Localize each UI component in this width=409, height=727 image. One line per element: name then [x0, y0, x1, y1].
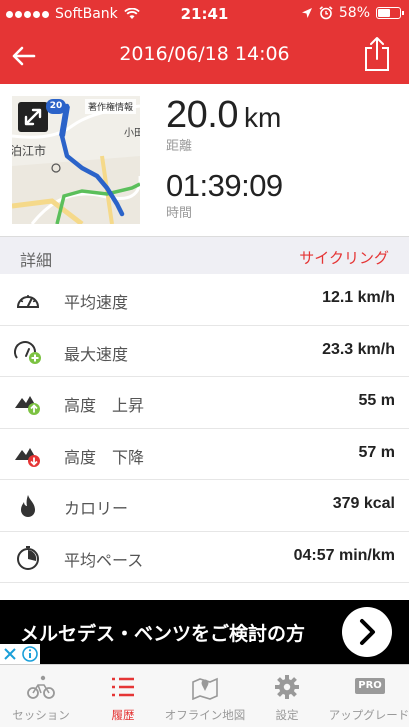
map-copyright-link[interactable]: 著作権情報	[84, 99, 136, 114]
ad-info-icon[interactable]	[20, 644, 40, 664]
ad-banner[interactable]: メルセデス・ベンツをご検討の方	[0, 600, 409, 664]
header: SoftBank 21:41 58% 2016/06/18 14:06	[0, 0, 409, 84]
row-value: 55 m	[358, 392, 395, 409]
details-title: 詳細	[20, 251, 53, 270]
tab-label: アップグレード	[328, 708, 409, 722]
map-partial-label: 小田	[124, 128, 140, 139]
details-list: 平均速度 12.1 km/h 最大速度 23.3 km/h 高度 上昇 55 m	[0, 274, 409, 583]
cyclist-icon	[27, 675, 55, 699]
detail-row-elevation-down: 高度 下降 57 m	[0, 428, 409, 480]
map-place-label: 泊江市	[12, 144, 47, 158]
distance-unit: km	[243, 102, 282, 133]
row-value: 23.3 km/h	[322, 340, 395, 358]
tab-history[interactable]: 履歴	[82, 665, 164, 727]
tab-label: セッション	[12, 708, 70, 722]
detail-row-max-speed: 最大速度 23.3 km/h	[0, 325, 409, 377]
tab-label: 履歴	[111, 708, 135, 722]
location-arrow-icon	[301, 8, 312, 18]
time-stat: 01:39:09 時間	[166, 168, 283, 221]
alarm-icon	[319, 6, 333, 20]
expand-map-icon[interactable]	[18, 102, 48, 132]
tab-bar: セッション 履歴 オフライン地図 設定 PRO アップグレード	[0, 664, 409, 727]
map-icon	[192, 677, 218, 700]
battery-icon	[376, 7, 404, 19]
battery-percent: 58%	[338, 5, 370, 21]
detail-row-avg-pace: 平均ペース 04:57 min/km	[0, 531, 409, 583]
max-speed-icon	[14, 340, 41, 364]
row-value: 04:57 min/km	[293, 546, 395, 564]
time-value: 01:39:09	[166, 168, 283, 203]
status-right: 58%	[301, 5, 404, 21]
row-label: カロリー	[64, 499, 129, 518]
tab-settings[interactable]: 設定	[246, 665, 328, 727]
pro-icon: PRO	[355, 678, 385, 694]
tab-label: 設定	[275, 708, 299, 722]
distance-label: 距離	[166, 139, 193, 154]
tab-upgrade[interactable]: PRO アップグレード	[328, 665, 409, 727]
list-icon	[112, 677, 134, 697]
detail-row-elevation-up: 高度 上昇 55 m	[0, 377, 409, 429]
row-label: 高度 上昇	[64, 396, 145, 415]
gear-icon	[275, 675, 299, 699]
ad-close-icon[interactable]	[0, 644, 20, 664]
row-label: 高度 下降	[64, 447, 145, 467]
page-title: 2016/06/18 14:06	[119, 43, 290, 65]
route-map-thumbnail[interactable]: 20 著作権情報 泊江市 小田	[12, 96, 140, 224]
navigation-bar: 2016/06/18 14:06	[0, 28, 409, 84]
share-icon[interactable]	[363, 36, 391, 72]
elevation-down-icon	[15, 447, 40, 467]
detail-row-avg-speed: 平均速度 12.1 km/h	[0, 274, 409, 326]
elevation-up-icon	[15, 396, 40, 415]
activity-summary: 20 著作権情報 泊江市 小田 20.0 km 距離 01:39:09 時間	[0, 84, 409, 236]
flame-icon	[21, 495, 35, 517]
row-value: 12.1 km/h	[322, 289, 395, 306]
activity-type-selector[interactable]: サイクリング	[299, 247, 389, 268]
ad-arrow-icon[interactable]	[342, 607, 392, 657]
activity-detail-screen: SoftBank 21:41 58% 2016/06/18 14:06 20 著…	[0, 0, 409, 727]
details-section-header: 詳細 サイクリング	[0, 236, 409, 274]
row-value: 57 m	[358, 443, 395, 461]
status-bar: SoftBank 21:41 58%	[0, 0, 409, 28]
tab-label: オフライン地図	[164, 708, 246, 722]
distance-value: 20.0	[166, 94, 238, 136]
row-label: 平均ペース	[64, 550, 144, 570]
row-value: 379 kcal	[332, 495, 395, 512]
row-label: 最大速度	[64, 344, 129, 364]
tab-offline-map[interactable]: オフライン地図	[164, 665, 246, 727]
row-label: 平均速度	[64, 293, 129, 312]
time-label: 時間	[166, 206, 193, 221]
detail-row-calories: カロリー 379 kcal	[0, 480, 409, 532]
pace-icon	[17, 545, 39, 570]
speedometer-icon	[16, 295, 40, 308]
distance-stat: 20.0 km 距離	[166, 94, 281, 154]
tab-session[interactable]: セッション	[0, 665, 82, 727]
ad-text: メルセデス・ベンツをご検討の方	[20, 623, 306, 645]
route-number-badge: 20	[46, 99, 66, 114]
